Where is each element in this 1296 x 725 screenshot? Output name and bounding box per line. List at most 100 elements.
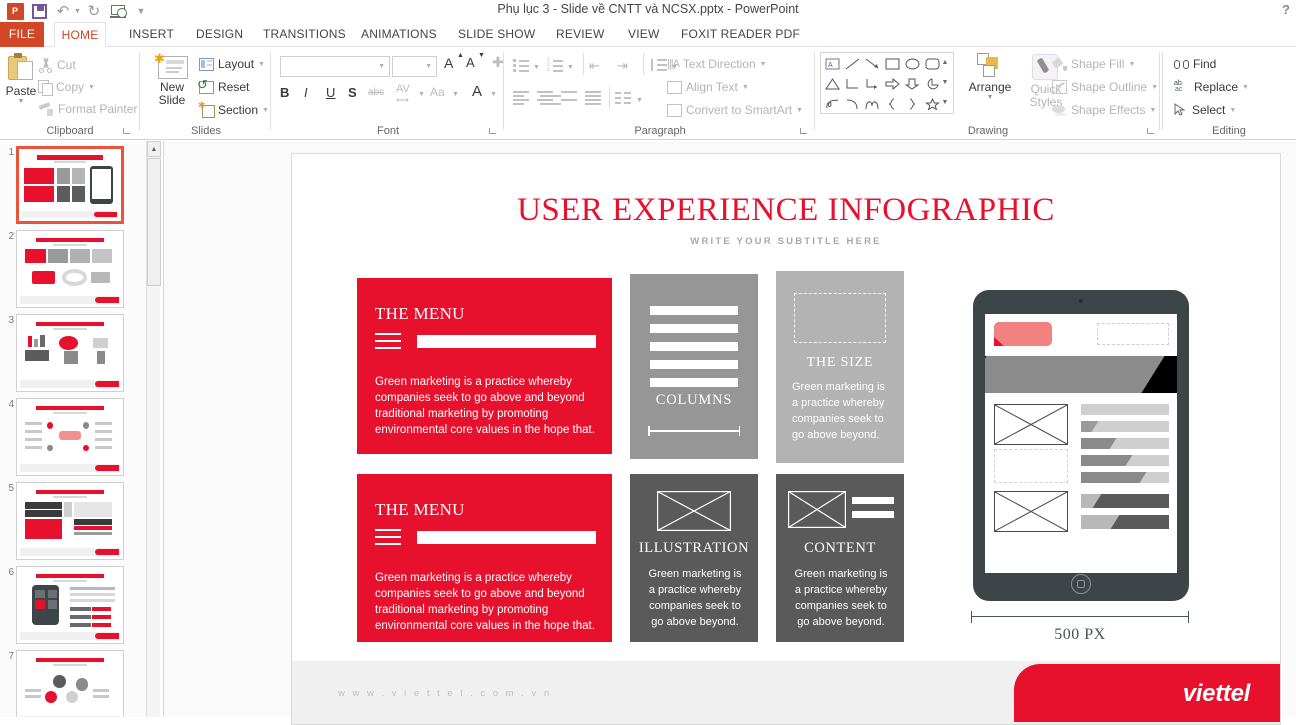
tab-design[interactable]: DESIGN: [185, 22, 254, 47]
bullets-dropdown-icon[interactable]: ▼: [533, 64, 540, 71]
shapes-scroll-down-icon[interactable]: ▼: [938, 74, 952, 91]
align-text-button[interactable]: Align Text ▼: [667, 77, 749, 97]
select-button[interactable]: Select ▼: [1174, 100, 1236, 120]
smartart-dropdown-icon[interactable]: ▼: [796, 107, 803, 114]
slide-subtitle[interactable]: WRITE YOUR SUBTITLE HERE: [292, 236, 1280, 247]
font-name-input[interactable]: ▼: [280, 56, 390, 77]
tab-slide-show[interactable]: SLIDE SHOW: [447, 22, 546, 47]
menu-panel-1[interactable]: THE MENU Green marketing is a practice w…: [357, 278, 612, 454]
shape-fill-button[interactable]: Shape Fill ▼: [1052, 54, 1135, 74]
replace-dropdown-icon[interactable]: ▼: [1242, 84, 1249, 91]
decrease-indent-button[interactable]: ⇤: [589, 58, 600, 74]
scrollbar-thumb[interactable]: [147, 158, 161, 286]
drawing-dialog-launcher[interactable]: [1147, 127, 1156, 136]
scroll-up-icon[interactable]: ▲: [147, 141, 161, 157]
thumbnail-preview[interactable]: [16, 146, 124, 224]
tab-insert[interactable]: INSERT: [118, 22, 185, 47]
clear-formatting-icon[interactable]: ✚: [492, 54, 504, 71]
thumbnail-item-7[interactable]: 7: [0, 649, 146, 717]
text-direction-button[interactable]: |||A Text Direction ▼: [667, 54, 767, 74]
arrange-dropdown-icon[interactable]: ▼: [962, 94, 1018, 101]
align-text-dropdown-icon[interactable]: ▼: [742, 84, 749, 91]
cut-button[interactable]: Cut: [38, 55, 76, 75]
reset-button[interactable]: Reset: [197, 77, 249, 97]
new-slide-button[interactable]: ✱ New Slide: [147, 52, 197, 107]
thumbnail-preview[interactable]: [16, 398, 124, 476]
text-shadow-button[interactable]: S: [348, 85, 357, 100]
font-color-button[interactable]: A: [472, 83, 482, 100]
copy-dropdown-icon[interactable]: ▼: [88, 84, 95, 91]
character-spacing-dropdown-icon[interactable]: ▼: [418, 91, 425, 98]
slide-canvas-area[interactable]: USER EXPERIENCE INFOGRAPHIC WRITE YOUR S…: [164, 141, 1296, 725]
help-icon[interactable]: ?: [1282, 2, 1290, 17]
shape-oval-icon[interactable]: [902, 54, 922, 74]
layout-dropdown-icon[interactable]: ▼: [258, 61, 265, 68]
convert-to-smartart-button[interactable]: Convert to SmartArt ▼: [667, 100, 803, 120]
shape-curve-icon[interactable]: [842, 94, 862, 114]
bold-button[interactable]: B: [280, 85, 289, 100]
thumbnail-item-6[interactable]: 6: [0, 565, 146, 648]
paragraph-dialog-launcher[interactable]: [800, 127, 809, 136]
thumbnail-item-2[interactable]: 2: [0, 229, 146, 312]
font-name-dropdown-icon[interactable]: ▼: [378, 63, 385, 70]
illustration-panel[interactable]: ILLUSTRATION Green marketing is a practi…: [630, 474, 758, 642]
slide-thumbnail-pane[interactable]: 1 2 3 4 5 6 7: [0, 141, 146, 717]
shape-effects-button[interactable]: Shape Effects ▼: [1052, 100, 1156, 120]
shape-textbox-icon[interactable]: A: [822, 54, 842, 74]
text-direction-dropdown-icon[interactable]: ▼: [760, 61, 767, 68]
shape-elbow-connector-icon[interactable]: [842, 74, 862, 94]
replace-button[interactable]: ab ac Replace ▼: [1174, 77, 1249, 97]
shape-down-arrow-icon[interactable]: [902, 74, 922, 94]
tab-review[interactable]: REVIEW: [545, 22, 616, 47]
tab-transitions[interactable]: TRANSITIONS: [252, 22, 357, 47]
tab-foxit-reader-pdf[interactable]: FOXIT READER PDF: [670, 22, 811, 47]
shape-outline-dropdown-icon[interactable]: ▼: [1151, 84, 1158, 91]
thumbnail-item-4[interactable]: 4: [0, 397, 146, 480]
shape-triangle-icon[interactable]: [822, 74, 842, 94]
font-size-dropdown-icon[interactable]: ▼: [425, 63, 432, 70]
shape-line-icon[interactable]: [842, 54, 862, 74]
shapes-scroll-up-icon[interactable]: ▲: [938, 54, 952, 71]
arrange-button[interactable]: Arrange ▼: [962, 53, 1018, 101]
character-spacing-button[interactable]: AV: [396, 83, 410, 95]
italic-button[interactable]: I: [304, 85, 308, 100]
thumbnail-preview[interactable]: [16, 314, 124, 392]
thumbnail-preview[interactable]: [16, 482, 124, 560]
thumbnail-preview[interactable]: [16, 566, 124, 644]
find-button[interactable]: Find: [1174, 54, 1216, 74]
slide-editing-surface[interactable]: USER EXPERIENCE INFOGRAPHIC WRITE YOUR S…: [291, 153, 1281, 725]
slide-title[interactable]: USER EXPERIENCE INFOGRAPHIC: [292, 192, 1280, 229]
thumbnail-preview[interactable]: [16, 230, 124, 308]
change-case-button[interactable]: Aa: [430, 85, 445, 99]
shape-fill-dropdown-icon[interactable]: ▼: [1128, 61, 1135, 68]
format-painter-button[interactable]: Format Painter: [38, 99, 137, 119]
thumbnail-item-5[interactable]: 5: [0, 481, 146, 564]
thumbnail-scrollbar[interactable]: ▲: [146, 141, 161, 717]
tablet-mockup[interactable]: [973, 290, 1189, 601]
clipboard-dialog-launcher[interactable]: [123, 127, 132, 136]
section-button[interactable]: Section ▼: [198, 100, 269, 120]
shape-arc-icon[interactable]: [862, 94, 882, 114]
grow-font-button[interactable]: A: [444, 55, 453, 71]
shape-right-brace-icon[interactable]: [902, 94, 922, 114]
shape-rectangle-icon[interactable]: [882, 54, 902, 74]
thumbnail-preview[interactable]: [16, 650, 124, 717]
font-size-input[interactable]: ▼: [392, 56, 437, 77]
size-panel[interactable]: THE SIZE Green marketing is a practice w…: [776, 271, 904, 463]
shapes-more-icon[interactable]: ▼: [938, 94, 952, 111]
select-dropdown-icon[interactable]: ▼: [1229, 107, 1236, 114]
columns-dropdown-icon[interactable]: ▼: [636, 97, 643, 104]
tab-animations[interactable]: ANIMATIONS: [350, 22, 448, 47]
shape-elbow-arrow-icon[interactable]: [862, 74, 882, 94]
shape-scribble-icon[interactable]: [822, 94, 842, 114]
shape-arrow-icon[interactable]: [862, 54, 882, 74]
tab-view[interactable]: VIEW: [617, 22, 670, 47]
underline-button[interactable]: U: [326, 85, 335, 100]
numbering-dropdown-icon[interactable]: ▼: [567, 64, 574, 71]
thumbnail-item-3[interactable]: 3: [0, 313, 146, 396]
shrink-font-button[interactable]: A: [466, 55, 475, 70]
strikethrough-button[interactable]: abc: [368, 87, 384, 98]
section-dropdown-icon[interactable]: ▼: [262, 107, 269, 114]
font-dialog-launcher[interactable]: [489, 127, 498, 136]
paste-button[interactable]: Paste ▼: [0, 53, 42, 105]
